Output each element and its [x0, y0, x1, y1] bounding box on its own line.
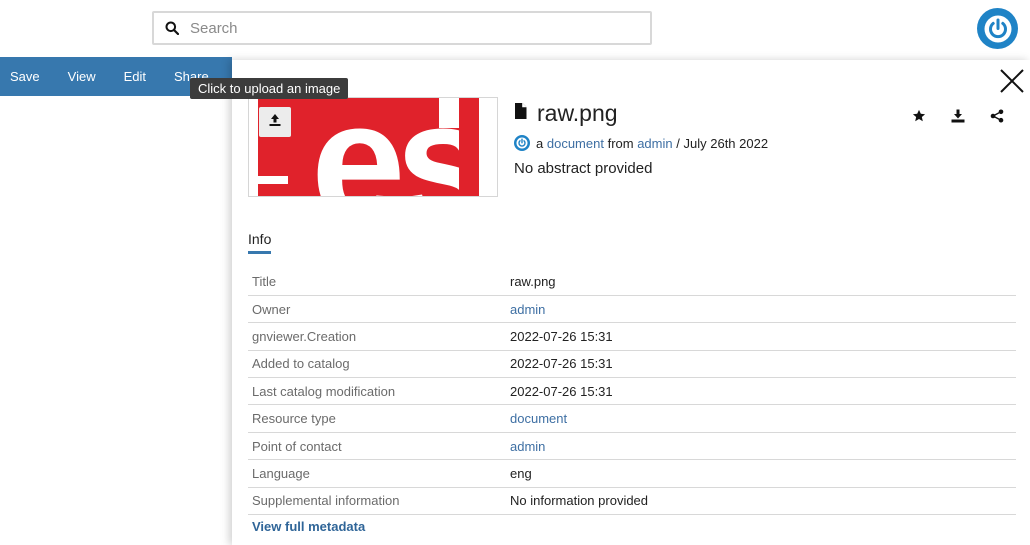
table-row: Last catalog modification 2022-07-26 15:3… — [248, 377, 1016, 406]
view-full-metadata-link[interactable]: View full metadata — [252, 519, 365, 534]
share-icon[interactable] — [988, 107, 1006, 125]
resource-abstract: No abstract provided — [514, 160, 653, 177]
table-row: Language eng — [248, 459, 1016, 488]
tab-info[interactable]: Info — [248, 231, 272, 254]
upload-tooltip: Click to upload an image — [190, 78, 349, 99]
search-input[interactable] — [190, 19, 630, 37]
resource-meta: a document from admin / July 26th 2022 — [514, 135, 768, 151]
meta-date: July 26th 2022 — [683, 135, 769, 151]
resource-type-link[interactable]: document — [547, 136, 604, 151]
info-label: Language — [248, 459, 510, 488]
info-value[interactable]: admin — [510, 432, 1016, 461]
info-label: Resource type — [248, 404, 510, 433]
edit-button[interactable]: Edit — [110, 57, 160, 96]
info-label: Point of contact — [248, 432, 510, 461]
table-row: Point of contact admin — [248, 432, 1016, 461]
resource-title: raw.png — [514, 100, 618, 127]
info-label: Owner — [248, 295, 510, 324]
meta-from: from — [607, 135, 634, 151]
table-row: Resource type document — [248, 404, 1016, 433]
meta-prefix: a — [536, 135, 544, 151]
info-value: 2022-07-26 15:31 — [510, 322, 1016, 351]
info-label: Last catalog modification — [248, 377, 510, 406]
info-value: eng — [510, 459, 1016, 488]
info-label: Title — [248, 268, 510, 296]
star-icon[interactable] — [910, 107, 928, 125]
close-icon[interactable] — [999, 68, 1025, 94]
info-label: gnviewer.Creation — [248, 322, 510, 351]
app-root: Save View Edit Share Click to upload an … — [0, 0, 1030, 545]
info-value: 2022-07-26 15:31 — [510, 377, 1016, 406]
power-mini-icon — [514, 135, 530, 151]
info-label: Added to catalog — [248, 350, 510, 379]
view-button[interactable]: View — [54, 57, 110, 96]
search-bar[interactable] — [152, 11, 652, 45]
info-value: No information provided — [510, 487, 1016, 516]
info-value[interactable]: admin — [510, 295, 1016, 324]
upload-image-button[interactable] — [259, 107, 291, 137]
info-value: 2022-07-26 15:31 — [510, 350, 1016, 379]
meta-separator: / — [676, 135, 680, 151]
table-row: Title raw.png — [248, 268, 1016, 296]
search-icon — [154, 21, 190, 35]
info-value: raw.png — [510, 268, 1016, 296]
resource-name: raw.png — [537, 100, 618, 126]
info-table: Title raw.png Owner admin gnviewer.Creation 2… — [248, 268, 1016, 516]
power-logo-icon[interactable] — [977, 8, 1018, 49]
upload-icon — [268, 113, 282, 132]
table-row: gnviewer.Creation 2022-07-26 15:31 — [248, 322, 1016, 351]
table-row: Added to catalog 2022-07-26 15:31 — [248, 350, 1016, 379]
table-row: Supplemental information No information p… — [248, 487, 1016, 516]
download-icon[interactable] — [949, 107, 967, 125]
resource-actions — [910, 107, 1027, 125]
table-row: Owner admin — [248, 295, 1016, 324]
owner-link[interactable]: admin — [637, 136, 672, 151]
file-icon — [514, 103, 527, 124]
info-value[interactable]: document — [510, 404, 1016, 433]
info-label: Supplemental information — [248, 487, 510, 516]
save-button[interactable]: Save — [0, 57, 54, 96]
